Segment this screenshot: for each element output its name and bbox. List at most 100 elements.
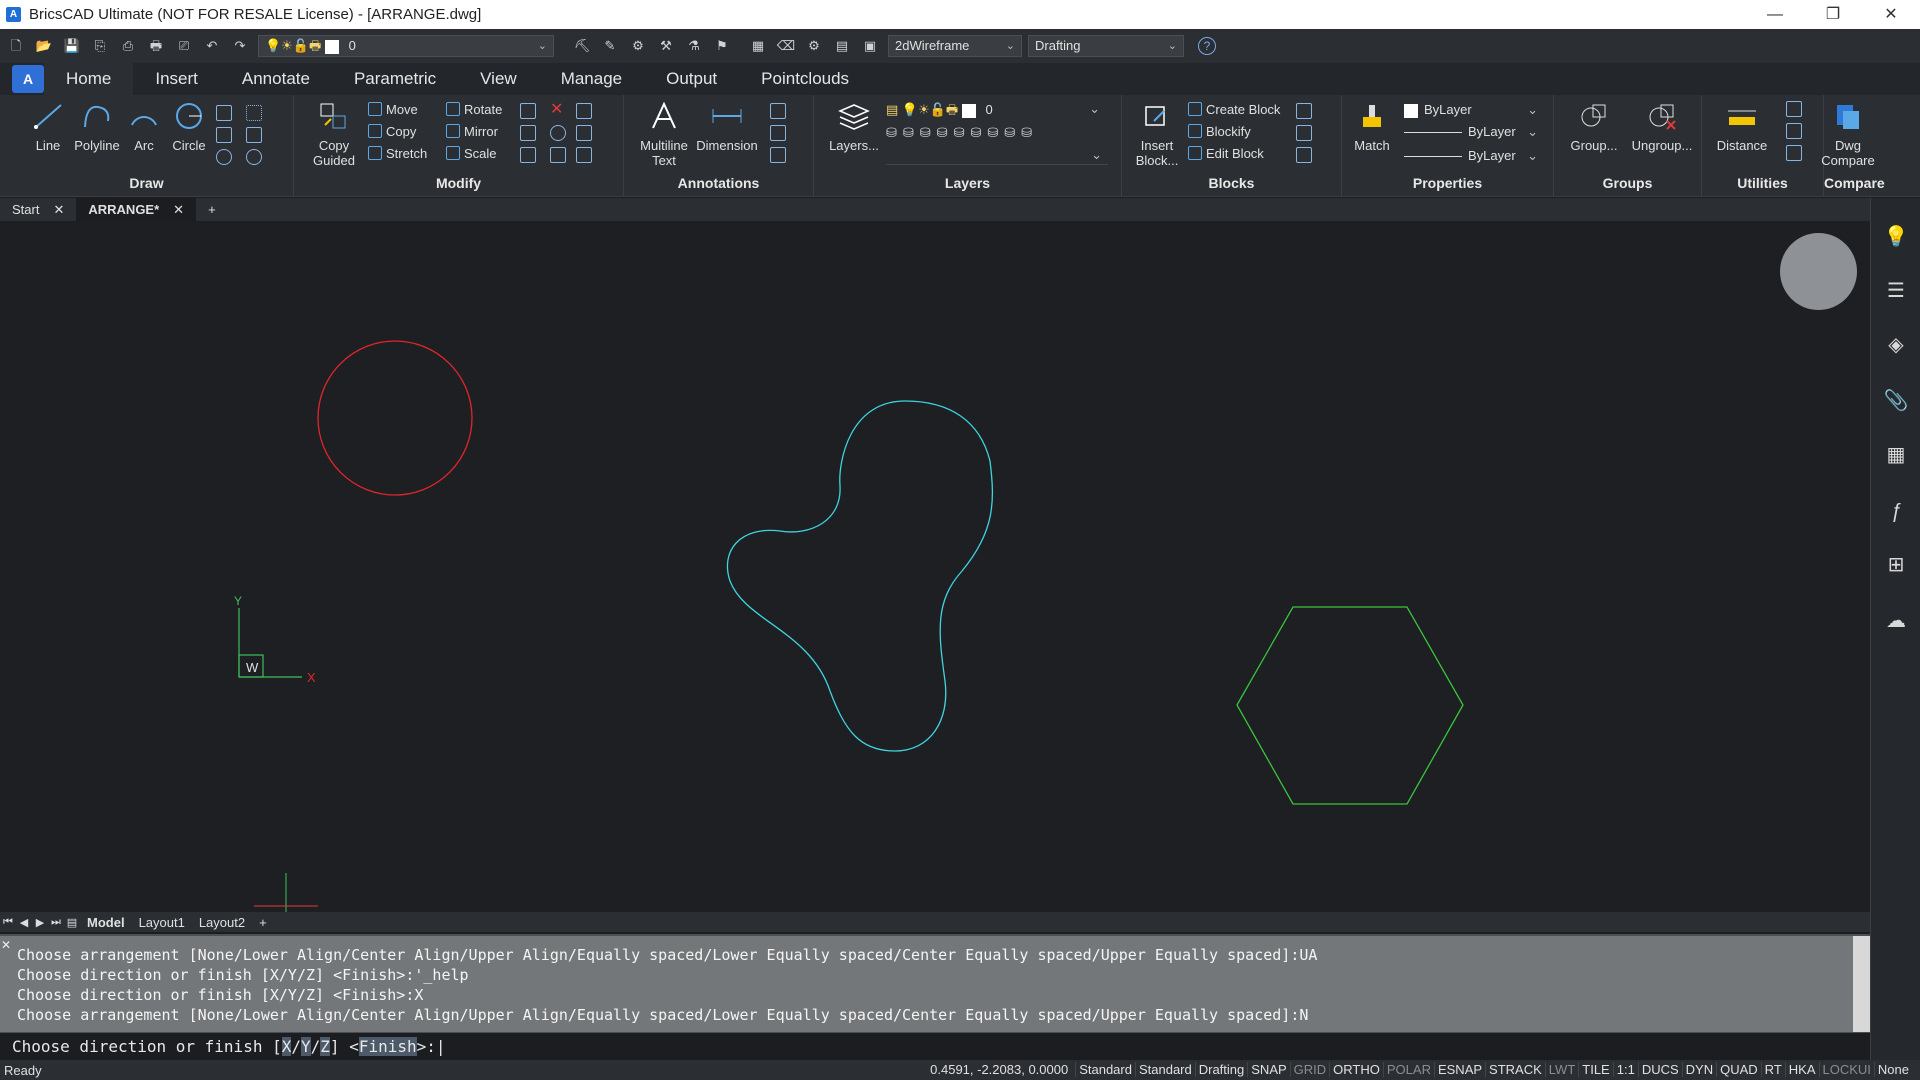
move-button[interactable]: Move bbox=[368, 102, 418, 117]
parameters-fx-icon[interactable]: ƒ bbox=[1883, 498, 1909, 524]
create-block-button[interactable]: Create Block bbox=[1188, 102, 1280, 117]
distance-button[interactable]: Distance bbox=[1710, 101, 1774, 153]
group-button[interactable]: Group... bbox=[1564, 101, 1624, 153]
tab-home[interactable]: Home bbox=[44, 63, 134, 95]
drawing-explorer-icon[interactable]: ▤ bbox=[830, 34, 854, 58]
layer-tool-icon[interactable]: ⛏ bbox=[570, 34, 594, 58]
array-icon[interactable] bbox=[520, 147, 536, 163]
rotate-button[interactable]: Rotate bbox=[446, 102, 502, 117]
properties-sliders-icon[interactable]: ☰ bbox=[1883, 278, 1909, 304]
status-toggle-grid[interactable]: GRID bbox=[1289, 1062, 1330, 1077]
drawing-canvas[interactable]: Y X W bbox=[0, 221, 1870, 912]
close-icon[interactable]: ✕ bbox=[1, 938, 11, 952]
trim-icon[interactable] bbox=[520, 103, 536, 119]
polyline-button[interactable]: Polyline bbox=[70, 101, 124, 153]
explode-icon[interactable] bbox=[576, 147, 592, 163]
color-dropdown[interactable]: ByLayer ⌄ bbox=[1404, 102, 1538, 118]
point-icon[interactable] bbox=[246, 105, 262, 121]
add-layout-button[interactable]: + bbox=[252, 915, 274, 930]
tab-output[interactable]: Output bbox=[644, 69, 739, 95]
layer-merge-icon[interactable]: ⚗ bbox=[682, 34, 706, 58]
tips-lightbulb-icon[interactable]: 💡 bbox=[1883, 224, 1909, 250]
layer-iso-icon[interactable]: ⚙ bbox=[626, 34, 650, 58]
tab-layout2[interactable]: Layout2 bbox=[192, 915, 252, 930]
tab-arrange[interactable]: ARRANGE* ✕ bbox=[76, 198, 197, 221]
status-toggle-lockui[interactable]: LOCKUI bbox=[1818, 1062, 1874, 1077]
tab-start[interactable]: Start ✕ bbox=[0, 198, 76, 221]
minimize-button[interactable]: — bbox=[1746, 0, 1804, 29]
cursor-coordinates[interactable]: 0.4591, -2.2083, 0.0000 bbox=[927, 1062, 1071, 1077]
tab-pointclouds[interactable]: Pointclouds bbox=[739, 69, 871, 95]
save-as-icon[interactable]: ⎘ bbox=[88, 34, 112, 58]
erase-icon[interactable]: ✕ bbox=[550, 102, 566, 119]
select-icon[interactable] bbox=[1786, 123, 1802, 139]
navigation-viewcube[interactable] bbox=[1780, 233, 1857, 310]
status-toggle-dyn[interactable]: DYN bbox=[1681, 1062, 1716, 1077]
cloud-upload-icon[interactable]: ☁ bbox=[1883, 608, 1909, 634]
visual-style-dropdown[interactable]: 2dWireframe ⌄ bbox=[888, 35, 1022, 57]
history-scrollbar[interactable] bbox=[1853, 936, 1870, 1034]
option-z[interactable]: Z bbox=[320, 1037, 330, 1056]
green-hexagon[interactable] bbox=[1236, 606, 1464, 805]
status-toggle-ducs[interactable]: DUCS bbox=[1637, 1062, 1682, 1077]
offset-icon[interactable] bbox=[550, 125, 566, 141]
block-attribute-icon[interactable] bbox=[1296, 103, 1312, 119]
circle-button[interactable]: Circle bbox=[166, 101, 212, 153]
status-toggle-esnap[interactable]: ESNAP bbox=[1433, 1062, 1485, 1077]
tab-manage[interactable]: Manage bbox=[539, 69, 644, 95]
print-icon[interactable]: 🖶 bbox=[144, 34, 168, 58]
layer-match-icon[interactable]: ✎ bbox=[598, 34, 622, 58]
new-file-icon[interactable]: 🗋 bbox=[4, 34, 28, 58]
scale-button[interactable]: Scale bbox=[446, 146, 497, 161]
close-window-button[interactable]: ✕ bbox=[1862, 0, 1920, 29]
lineweight-dropdown[interactable]: ByLayer ⌄ bbox=[1404, 148, 1538, 163]
join-icon[interactable] bbox=[550, 147, 566, 163]
blockify-button[interactable]: Blockify bbox=[1188, 124, 1251, 139]
layer-walk-icon[interactable]: ⚒ bbox=[654, 34, 678, 58]
status-toggle-lwt[interactable]: LWT bbox=[1544, 1062, 1578, 1077]
table-icon[interactable] bbox=[770, 147, 786, 163]
layer-off-icon[interactable]: ⚑ bbox=[710, 34, 734, 58]
edit-polyline-icon[interactable] bbox=[576, 103, 592, 119]
cyan-freeform-spline[interactable] bbox=[726, 400, 994, 752]
multiline-text-button[interactable]: Multiline Text bbox=[636, 101, 692, 168]
revision-cloud-icon[interactable] bbox=[246, 149, 262, 165]
last-layout-icon[interactable]: ⏭ bbox=[48, 916, 64, 929]
edit-block-button[interactable]: Edit Block bbox=[1188, 146, 1264, 161]
close-icon[interactable]: ✕ bbox=[173, 198, 184, 221]
command-prompt[interactable]: Choose direction or finish [X/Y/Z] <Fini… bbox=[12, 1037, 446, 1056]
structure-tree-icon[interactable]: ⊞ bbox=[1883, 552, 1909, 578]
next-layout-icon[interactable]: ▶ bbox=[32, 916, 48, 929]
layer-tools-row[interactable]: ⛁⛁⛁⛁⛁⛁⛁⛁⛁ bbox=[886, 125, 1038, 141]
tab-insert[interactable]: Insert bbox=[133, 69, 220, 95]
plot-preview-icon[interactable]: ⎙ bbox=[116, 34, 140, 58]
line-button[interactable]: Line bbox=[26, 101, 70, 153]
tab-model[interactable]: Model bbox=[80, 915, 132, 930]
leader-icon[interactable] bbox=[770, 103, 786, 119]
stretch-button[interactable]: Stretch bbox=[368, 146, 427, 161]
status-toggle-quad[interactable]: QUAD bbox=[1716, 1062, 1761, 1077]
text-style-icon[interactable] bbox=[770, 125, 786, 141]
ribbon-layer-dropdown[interactable]: ▤ 💡☀🔓🖶 0 ⌄ bbox=[886, 101, 1106, 121]
red-circle[interactable] bbox=[317, 340, 473, 496]
attachments-paperclip-icon[interactable]: 📎 bbox=[1883, 388, 1909, 414]
status-toggle-hka[interactable]: HKA bbox=[1784, 1062, 1819, 1077]
layer-dropdown[interactable]: 💡☀🔓🖶 0 ⌄ bbox=[258, 35, 554, 57]
linetype-dropdown[interactable]: ByLayer ⌄ bbox=[1404, 124, 1538, 139]
match-button[interactable]: Match bbox=[1350, 101, 1394, 153]
status-toggle-rt[interactable]: RT bbox=[1760, 1062, 1785, 1077]
layer-state-dropdown[interactable]: ⌄ bbox=[886, 147, 1108, 165]
tab-parametric[interactable]: Parametric bbox=[332, 69, 458, 95]
previous-layout-icon[interactable]: ◀ bbox=[16, 916, 32, 929]
rectangle-icon[interactable] bbox=[216, 105, 232, 121]
command-line[interactable]: Choose direction or finish [X/Y/Z] <Fini… bbox=[0, 1032, 1870, 1060]
mirror-button[interactable]: Mirror bbox=[446, 124, 498, 139]
new-tab-button[interactable]: + bbox=[196, 198, 228, 221]
option-y[interactable]: Y bbox=[301, 1037, 311, 1056]
hatch-icon[interactable]: ▦ bbox=[1883, 442, 1909, 468]
status-toggle-standard[interactable]: Standard bbox=[1075, 1062, 1135, 1077]
dwg-compare-button[interactable]: Dwg Compare bbox=[1816, 101, 1880, 168]
status-toggle-tile[interactable]: TILE bbox=[1578, 1062, 1612, 1077]
ellipse-icon[interactable] bbox=[216, 149, 232, 165]
arc-button[interactable]: Arc bbox=[124, 101, 164, 153]
